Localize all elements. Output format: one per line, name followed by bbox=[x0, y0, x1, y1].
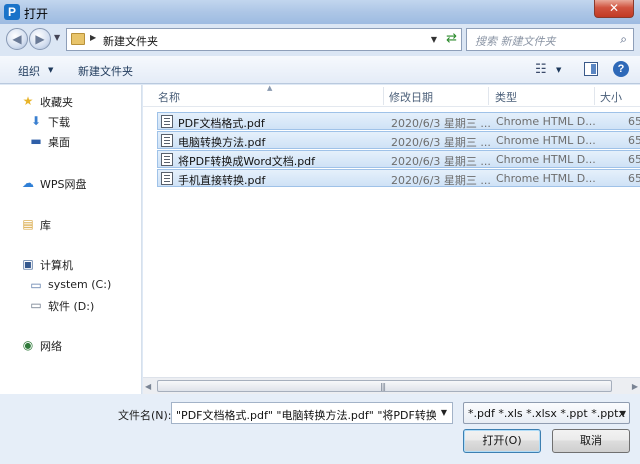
chevron-down-icon: ▼ bbox=[48, 66, 54, 74]
sidebar-item-label: system (C:) bbox=[48, 278, 112, 291]
forward-button[interactable]: ▶ bbox=[29, 28, 51, 50]
file-type: Chrome HTML D... bbox=[496, 115, 596, 128]
file-size: 65 bbox=[628, 172, 640, 185]
wps-pdf-icon: P bbox=[4, 4, 20, 20]
file-name: 电脑转换方法.pdf bbox=[178, 136, 266, 149]
sidebar-item-label: 桌面 bbox=[48, 136, 70, 149]
sidebar-item-label: 软件 (D:) bbox=[48, 300, 95, 313]
file-name: PDF文档格式.pdf bbox=[178, 117, 265, 130]
command-toolbar: 组织 ▼ 新建文件夹 ☷ ▼ ? bbox=[0, 56, 640, 84]
grip-icon: ||| bbox=[380, 382, 386, 391]
drive-icon: ▭ bbox=[30, 298, 42, 312]
view-options-icon[interactable]: ☷ bbox=[535, 62, 547, 77]
sidebar-item-label: 收藏夹 bbox=[40, 96, 73, 109]
new-folder-button[interactable]: 新建文件夹 bbox=[78, 63, 133, 79]
organize-button[interactable]: 组织 bbox=[18, 63, 40, 79]
search-input[interactable]: 搜索 新建文件夹 bbox=[475, 33, 556, 49]
pdf-file-icon bbox=[161, 115, 173, 128]
file-size: 65 bbox=[628, 134, 640, 147]
star-icon: ★ bbox=[22, 94, 34, 108]
scrollbar-thumb[interactable]: ||| bbox=[157, 380, 612, 392]
folder-icon bbox=[71, 33, 85, 45]
open-button[interactable]: 打开(O) bbox=[463, 429, 541, 453]
file-modified: 2020/6/3 星期三 ... bbox=[391, 117, 491, 130]
file-modified: 2020/6/3 星期三 ... bbox=[391, 174, 491, 187]
pdf-file-icon bbox=[161, 153, 173, 166]
dialog-footer: 文件名(N): "PDF文档格式.pdf" "电脑转换方法.pdf" "将PDF… bbox=[0, 394, 640, 464]
arrow-right-icon: ▶ bbox=[35, 32, 45, 46]
file-type: Chrome HTML D... bbox=[496, 134, 596, 147]
file-size: 65 bbox=[628, 115, 640, 128]
horizontal-scrollbar[interactable]: ◀ ||| ▶ bbox=[143, 377, 640, 394]
sidebar-item-label: 网络 bbox=[40, 340, 62, 353]
chevron-down-icon: ▼ bbox=[619, 409, 626, 418]
recent-locations-dropdown[interactable]: ▼ bbox=[54, 33, 60, 42]
close-button[interactable]: ✕ bbox=[594, 0, 634, 18]
help-icon[interactable]: ? bbox=[613, 61, 629, 77]
preview-pane-icon[interactable] bbox=[584, 62, 598, 76]
navigation-bar: ◀ ▶ ▼ ▶ 新建文件夹 ▼ ⇄ 搜索 新建文件夹 ⌕ bbox=[0, 24, 640, 56]
pdf-file-icon bbox=[161, 172, 173, 185]
filetype-value: *.pdf *.xls *.xlsx *.ppt *.pptx bbox=[468, 407, 625, 420]
sort-ascending-icon: ▲ bbox=[267, 85, 273, 92]
sidebar-item-label: 计算机 bbox=[40, 259, 73, 272]
cancel-button[interactable]: 取消 bbox=[552, 429, 630, 453]
back-button[interactable]: ◀ bbox=[6, 28, 28, 50]
library-icon: ▤ bbox=[22, 217, 34, 231]
filename-input[interactable]: "PDF文档格式.pdf" "电脑转换方法.pdf" "将PDF转换成Word文… bbox=[176, 407, 452, 423]
column-header-type[interactable]: 类型 bbox=[495, 89, 517, 105]
file-list: 名称 ▲ 修改日期 类型 大小 PDF文档格式.pdf 2020/6/3 星期三… bbox=[143, 85, 640, 394]
filename-combobox[interactable]: "PDF文档格式.pdf" "电脑转换方法.pdf" "将PDF转换成Word文… bbox=[171, 402, 453, 424]
column-divider[interactable] bbox=[383, 87, 384, 105]
file-size: 65 bbox=[628, 153, 640, 166]
file-name: 将PDF转换成Word文档.pdf bbox=[178, 155, 316, 168]
title-bar: P 打开 ✕ bbox=[0, 0, 640, 24]
column-divider[interactable] bbox=[594, 87, 595, 105]
search-icon: ⌕ bbox=[620, 32, 627, 46]
search-box[interactable]: 搜索 新建文件夹 ⌕ bbox=[466, 28, 634, 51]
desktop-icon: ▬ bbox=[30, 134, 42, 148]
sidebar-item-label: 下载 bbox=[48, 116, 70, 129]
download-folder-icon: ⬇ bbox=[30, 114, 42, 128]
close-icon: ✕ bbox=[608, 1, 620, 15]
open-file-dialog: P 打开 ✕ ◀ ▶ ▼ ▶ 新建文件夹 ▼ ⇄ 搜索 新建文件夹 ⌕ 组织 ▼… bbox=[0, 0, 640, 464]
chevron-down-icon[interactable]: ▼ bbox=[436, 403, 452, 423]
pdf-file-icon bbox=[161, 134, 173, 147]
file-row[interactable]: 电脑转换方法.pdf 2020/6/3 星期三 ... Chrome HTML … bbox=[157, 131, 640, 149]
navigation-pane: ★ 收藏夹 ⬇ 下载 ▬ 桌面 ☁ WPS网盘 ▤ 库 ▣ 计算机 ▭ syst… bbox=[0, 85, 142, 394]
sidebar-item-label: WPS网盘 bbox=[40, 178, 87, 191]
window-title: 打开 bbox=[24, 7, 49, 21]
windows-drive-icon: ▭ bbox=[30, 278, 42, 292]
column-header-row: 名称 ▲ 修改日期 类型 大小 bbox=[143, 85, 640, 107]
column-header-name[interactable]: 名称 bbox=[158, 89, 180, 105]
sidebar-item-label: 库 bbox=[40, 219, 51, 232]
file-name: 手机直接转换.pdf bbox=[178, 174, 266, 187]
file-row[interactable]: PDF文档格式.pdf 2020/6/3 星期三 ... Chrome HTML… bbox=[157, 112, 640, 130]
file-type: Chrome HTML D... bbox=[496, 172, 596, 185]
arrow-left-icon: ◀ bbox=[12, 32, 22, 46]
breadcrumb-current[interactable]: 新建文件夹 bbox=[103, 33, 158, 49]
file-type: Chrome HTML D... bbox=[496, 153, 596, 166]
scroll-left-icon[interactable]: ◀ bbox=[145, 382, 151, 391]
scroll-right-icon[interactable]: ▶ bbox=[632, 382, 638, 391]
file-row[interactable]: 将PDF转换成Word文档.pdf 2020/6/3 星期三 ... Chrom… bbox=[157, 150, 640, 168]
file-row[interactable]: 手机直接转换.pdf 2020/6/3 星期三 ... Chrome HTML … bbox=[157, 169, 640, 187]
column-header-size[interactable]: 大小 bbox=[600, 89, 622, 105]
computer-icon: ▣ bbox=[22, 257, 34, 271]
view-dropdown-icon[interactable]: ▼ bbox=[556, 66, 561, 74]
column-divider[interactable] bbox=[488, 87, 489, 105]
column-header-modified[interactable]: 修改日期 bbox=[389, 89, 433, 105]
network-icon: ◉ bbox=[22, 338, 34, 352]
cloud-icon: ☁ bbox=[22, 176, 34, 190]
file-modified: 2020/6/3 星期三 ... bbox=[391, 136, 491, 149]
breadcrumb-arrow-icon[interactable]: ▶ bbox=[90, 33, 96, 42]
filename-label: 文件名(N): bbox=[118, 409, 172, 422]
address-bar[interactable]: ▶ 新建文件夹 ▼ ⇄ bbox=[66, 28, 462, 51]
address-dropdown-icon[interactable]: ▼ bbox=[431, 35, 437, 44]
file-modified: 2020/6/3 星期三 ... bbox=[391, 155, 491, 168]
refresh-icon[interactable]: ⇄ bbox=[446, 31, 457, 46]
filetype-select[interactable]: *.pdf *.xls *.xlsx *.ppt *.pptx ▼ bbox=[463, 402, 630, 424]
